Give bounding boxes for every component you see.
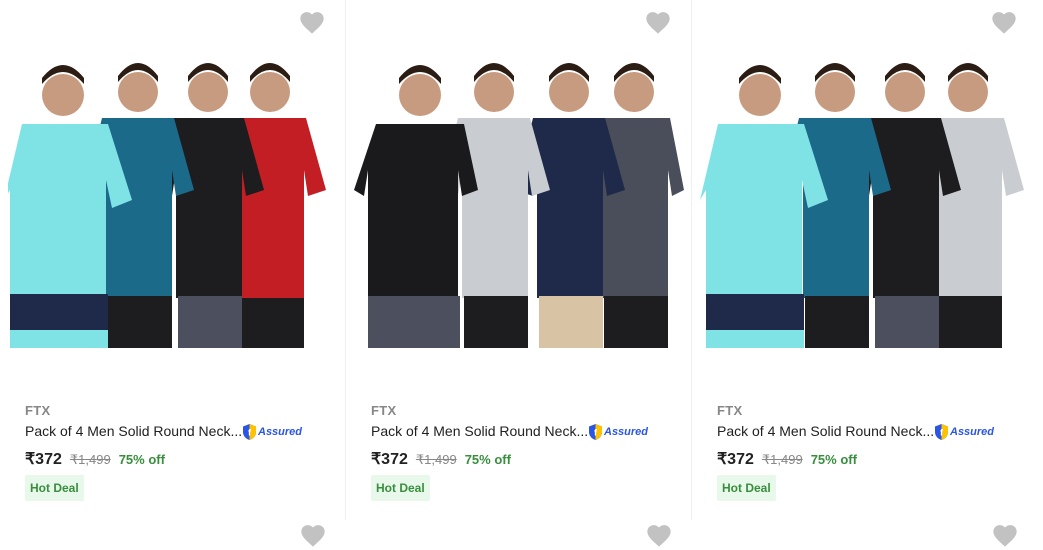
- price-row: ₹372 ₹1,499 75% off: [25, 449, 165, 469]
- tshirt-pack-image: [700, 40, 1030, 348]
- product-brand: FTX: [371, 403, 397, 418]
- product-image[interactable]: [8, 40, 338, 348]
- product-grid: FTX Pack of 4 Men Solid Round Neck... f …: [0, 0, 1043, 550]
- wishlist-heart-icon[interactable]: [990, 9, 1018, 35]
- discount-percent: 75% off: [118, 452, 165, 467]
- wishlist-heart-icon[interactable]: [991, 522, 1019, 548]
- discount-percent: 75% off: [810, 452, 857, 467]
- price-row: ₹372 ₹1,499 75% off: [717, 449, 857, 469]
- selling-price: ₹372: [371, 451, 408, 468]
- assured-label: Assured: [258, 426, 303, 438]
- product-card[interactable]: FTX Pack of 4 Men Solid Round Neck... f …: [692, 0, 1038, 520]
- assured-badge: f Assured: [242, 422, 302, 442]
- wishlist-heart-icon[interactable]: [645, 522, 673, 548]
- discount-percent: 75% off: [464, 452, 511, 467]
- wishlist-heart-icon[interactable]: [299, 522, 327, 548]
- product-title[interactable]: Pack of 4 Men Solid Round Neck...: [25, 423, 242, 439]
- product-title[interactable]: Pack of 4 Men Solid Round Neck...: [717, 423, 934, 439]
- original-price: ₹1,499: [761, 452, 803, 467]
- assured-shield-icon: f: [935, 424, 948, 440]
- wishlist-heart-icon[interactable]: [644, 9, 672, 35]
- price-row: ₹372 ₹1,499 75% off: [371, 449, 511, 469]
- assured-shield-icon: f: [243, 424, 256, 440]
- assured-shield-icon: f: [589, 424, 602, 440]
- product-brand: FTX: [25, 403, 51, 418]
- product-card[interactable]: FTX Pack of 4 Men Solid Round Neck... f …: [0, 0, 346, 520]
- hot-deal-badge: Hot Deal: [25, 475, 84, 501]
- original-price: ₹1,499: [69, 452, 111, 467]
- original-price: ₹1,499: [415, 452, 457, 467]
- selling-price: ₹372: [25, 451, 62, 468]
- tshirt-pack-image: [354, 40, 684, 348]
- assured-badge: f Assured: [588, 422, 648, 442]
- product-image[interactable]: [354, 40, 684, 348]
- tshirt-pack-image: [8, 40, 338, 348]
- selling-price: ₹372: [717, 451, 754, 468]
- assured-label: Assured: [950, 426, 995, 438]
- assured-label: Assured: [604, 426, 649, 438]
- product-brand: FTX: [717, 403, 743, 418]
- hot-deal-badge: Hot Deal: [717, 475, 776, 501]
- product-title[interactable]: Pack of 4 Men Solid Round Neck...: [371, 423, 588, 439]
- product-card[interactable]: FTX Pack of 4 Men Solid Round Neck... f …: [346, 0, 692, 520]
- hot-deal-badge: Hot Deal: [371, 475, 430, 501]
- wishlist-heart-icon[interactable]: [298, 9, 326, 35]
- assured-badge: f Assured: [934, 422, 994, 442]
- product-image[interactable]: [700, 40, 1030, 348]
